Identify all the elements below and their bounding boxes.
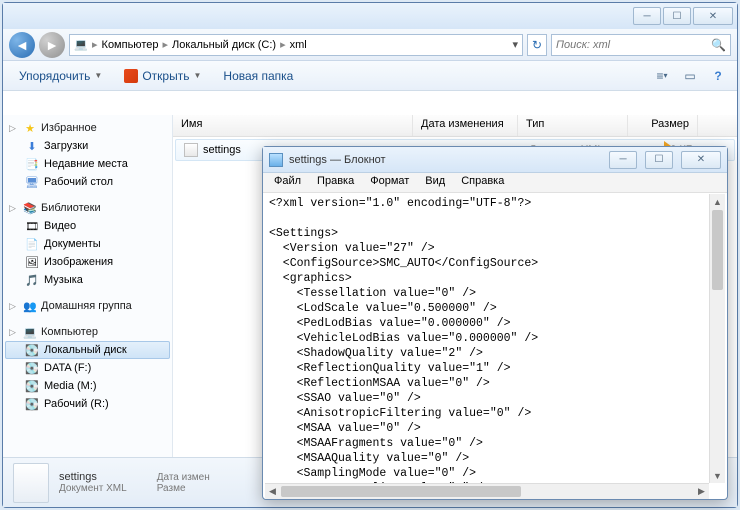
back-button[interactable]: ◄ bbox=[9, 32, 35, 58]
forward-button[interactable]: ► bbox=[39, 32, 65, 58]
tree-workr[interactable]: 💽Рабочий (R:) bbox=[5, 395, 170, 413]
explorer-navbar: ◄ ► 💻 ▸ Компьютер ▸ Локальный диск (C:) … bbox=[3, 29, 737, 61]
close-button[interactable]: ✕ bbox=[693, 7, 733, 25]
notepad-window: settings — Блокнот ─ ☐ ✕ Файл Правка Фор… bbox=[262, 146, 728, 500]
breadcrumb-part[interactable]: xml bbox=[290, 39, 307, 51]
breadcrumb-part[interactable]: Компьютер bbox=[102, 39, 159, 51]
music-icon: 🎵 bbox=[25, 273, 39, 287]
np-maximize-button[interactable]: ☐ bbox=[645, 151, 673, 169]
col-name[interactable]: Имя bbox=[173, 115, 413, 136]
tree-homegroup[interactable]: ▷👥Домашняя группа bbox=[5, 297, 170, 315]
horizontal-scrollbar[interactable]: ◀ ▶ bbox=[265, 483, 709, 499]
explorer-titlebar[interactable]: ─ ☐ ✕ bbox=[3, 3, 737, 29]
menu-help[interactable]: Справка bbox=[454, 173, 511, 192]
homegroup-icon: 👥 bbox=[23, 299, 37, 313]
status-filename: settings bbox=[59, 471, 127, 483]
video-icon: 🎞 bbox=[25, 219, 39, 233]
notepad-icon bbox=[269, 153, 283, 167]
search-input[interactable] bbox=[556, 39, 711, 51]
explorer-toolbar: Упорядочить▼ Открыть▼ Новая папка ≡▾ ▭ ? bbox=[3, 61, 737, 91]
documents-icon: 📄 bbox=[25, 237, 39, 251]
drive-icon: 💽 bbox=[25, 397, 39, 411]
drive-icon: 💽 bbox=[25, 343, 39, 357]
tree-video[interactable]: 🎞Видео bbox=[5, 217, 170, 235]
refresh-button[interactable]: ↻ bbox=[527, 34, 547, 56]
tree-music[interactable]: 🎵Музыка bbox=[5, 271, 170, 289]
organize-button[interactable]: Упорядочить▼ bbox=[11, 66, 110, 86]
tree-libraries[interactable]: ▷📚Библиотеки bbox=[5, 199, 170, 217]
scroll-thumb[interactable] bbox=[712, 210, 723, 290]
star-icon: ★ bbox=[23, 121, 37, 135]
maximize-button[interactable]: ☐ bbox=[663, 7, 691, 25]
pictures-icon: 🖼 bbox=[25, 255, 39, 269]
menu-view[interactable]: Вид bbox=[418, 173, 452, 192]
tree-dataf[interactable]: 💽DATA (F:) bbox=[5, 359, 170, 377]
notepad-titlebar[interactable]: settings — Блокнот ─ ☐ ✕ bbox=[263, 147, 727, 173]
libraries-icon: 📚 bbox=[23, 201, 37, 215]
tree-computer[interactable]: ▷💻Компьютер bbox=[5, 323, 170, 341]
tree-downloads[interactable]: ⬇Загрузки bbox=[5, 137, 170, 155]
notepad-menu: Файл Правка Формат Вид Справка bbox=[263, 173, 727, 193]
col-type[interactable]: Тип bbox=[518, 115, 628, 136]
nav-tree[interactable]: ▷★Избранное ⬇Загрузки 📑Недавние места 🖥Р… bbox=[3, 115, 173, 457]
download-icon: ⬇ bbox=[25, 139, 39, 153]
help-button[interactable]: ? bbox=[707, 65, 729, 87]
tree-favorites[interactable]: ▷★Избранное bbox=[5, 119, 170, 137]
drive-icon: 💽 bbox=[25, 361, 39, 375]
column-headers: Имя Дата изменения Тип Размер bbox=[173, 115, 737, 137]
vertical-scrollbar[interactable]: ▲ ▼ bbox=[709, 194, 725, 483]
office-icon bbox=[124, 69, 138, 83]
col-date[interactable]: Дата изменения bbox=[413, 115, 518, 136]
search-icon: 🔍 bbox=[711, 38, 726, 52]
menu-format[interactable]: Формат bbox=[363, 173, 416, 192]
tree-localdisk[interactable]: 💽Локальный диск bbox=[5, 341, 170, 359]
menu-file[interactable]: Файл bbox=[267, 173, 308, 192]
preview-pane-button[interactable]: ▭ bbox=[679, 65, 701, 87]
breadcrumb-part[interactable]: Локальный диск (C:) bbox=[172, 39, 276, 51]
notepad-text-area[interactable]: <?xml version="1.0" encoding="UTF-8"?> <… bbox=[265, 194, 709, 483]
breadcrumb[interactable]: 💻 ▸ Компьютер ▸ Локальный диск (C:) ▸ xm… bbox=[69, 34, 523, 56]
status-filetype: Документ XML bbox=[59, 483, 127, 494]
notepad-title: settings — Блокнот bbox=[289, 154, 386, 166]
np-close-button[interactable]: ✕ bbox=[681, 151, 721, 169]
xml-file-icon bbox=[184, 143, 198, 157]
tree-recent[interactable]: 📑Недавние места bbox=[5, 155, 170, 173]
status-size-label: Разме bbox=[157, 483, 210, 494]
search-box[interactable]: 🔍 bbox=[551, 34, 731, 56]
np-minimize-button[interactable]: ─ bbox=[609, 151, 637, 169]
file-preview-icon bbox=[13, 463, 49, 503]
scroll-down-icon[interactable]: ▼ bbox=[710, 468, 725, 483]
scroll-left-icon[interactable]: ◀ bbox=[265, 484, 280, 499]
tree-desktop[interactable]: 🖥Рабочий стол bbox=[5, 173, 170, 191]
computer-icon: 💻 bbox=[74, 38, 88, 52]
minimize-button[interactable]: ─ bbox=[633, 7, 661, 25]
scroll-right-icon[interactable]: ▶ bbox=[694, 484, 709, 499]
col-size[interactable]: Размер bbox=[628, 115, 698, 136]
status-date-label: Дата измен bbox=[157, 472, 210, 483]
new-folder-button[interactable]: Новая папка bbox=[215, 66, 301, 86]
tree-documents[interactable]: 📄Документы bbox=[5, 235, 170, 253]
drive-icon: 💽 bbox=[25, 379, 39, 393]
open-button[interactable]: Открыть▼ bbox=[116, 66, 209, 86]
computer-icon: 💻 bbox=[23, 325, 37, 339]
scroll-thumb[interactable] bbox=[281, 486, 521, 497]
file-name: settings bbox=[203, 144, 241, 156]
view-options-button[interactable]: ≡▾ bbox=[651, 65, 673, 87]
menu-edit[interactable]: Правка bbox=[310, 173, 361, 192]
tree-pictures[interactable]: 🖼Изображения bbox=[5, 253, 170, 271]
recent-icon: 📑 bbox=[25, 157, 39, 171]
tree-mediam[interactable]: 💽Media (M:) bbox=[5, 377, 170, 395]
desktop-icon: 🖥 bbox=[25, 175, 39, 189]
scroll-up-icon[interactable]: ▲ bbox=[710, 194, 725, 209]
